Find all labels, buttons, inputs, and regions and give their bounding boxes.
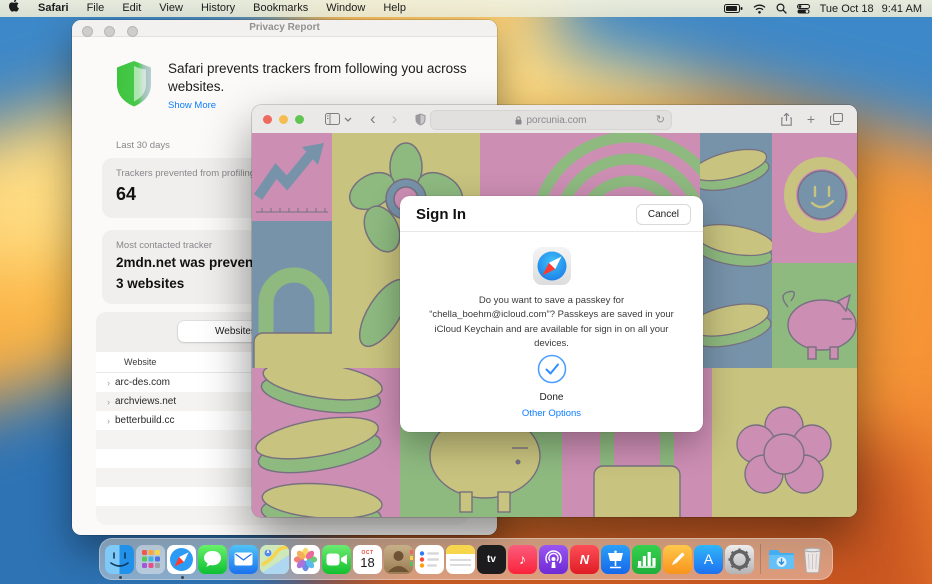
disclosure-icon[interactable]: ›: [96, 416, 110, 426]
new-tab-icon[interactable]: +: [807, 111, 815, 127]
apple-logo-icon: [9, 0, 20, 12]
tile-pink-flower: [712, 368, 857, 517]
minimize-button[interactable]: [279, 115, 288, 124]
dock-notes-icon[interactable]: [446, 545, 475, 574]
chevron-down-icon[interactable]: [344, 117, 352, 122]
menu-app-name[interactable]: Safari: [29, 0, 78, 17]
news-label: N: [580, 552, 589, 567]
dock-photos-icon[interactable]: [291, 545, 320, 574]
url-text: porcunia.com: [526, 115, 586, 126]
control-center-icon[interactable]: [797, 4, 810, 14]
dock-keynote-icon[interactable]: [601, 545, 630, 574]
dock-maps-icon[interactable]: [260, 545, 289, 574]
finder-running-indicator: [119, 576, 122, 579]
website-name: archviews.net: [115, 396, 176, 407]
menu-item-view[interactable]: View: [150, 0, 192, 17]
website-name: arc-des.com: [115, 377, 170, 388]
dock-numbers-icon[interactable]: [632, 545, 661, 574]
dock-calendar-icon[interactable]: OCT 18: [353, 545, 382, 574]
dock-finder-icon[interactable]: [105, 545, 134, 574]
reload-icon[interactable]: ↻: [656, 113, 665, 126]
dock-pages-icon[interactable]: [663, 545, 692, 574]
dock-downloads-icon[interactable]: [767, 545, 796, 574]
calendar-day: 18: [360, 556, 374, 570]
done-label: Done: [400, 392, 703, 403]
dock-mail-icon[interactable]: [229, 545, 258, 574]
dock-messages-icon[interactable]: [198, 545, 227, 574]
dock-appstore-icon[interactable]: A: [694, 545, 723, 574]
menu-item-bookmarks[interactable]: Bookmarks: [244, 0, 317, 17]
dock: OCT 18 tv ♪ N A: [99, 538, 833, 580]
dock-facetime-icon[interactable]: [322, 545, 351, 574]
dialog-title: Sign In: [416, 206, 466, 223]
dock-podcasts-icon[interactable]: [539, 545, 568, 574]
dialog-separator: [400, 231, 703, 232]
website-name: betterbuild.cc: [115, 415, 174, 426]
tile-lock-arch: [252, 221, 332, 368]
menu-bar-status: Tue Oct 18 9:41 AM: [724, 3, 932, 15]
tab-overview-icon[interactable]: [830, 113, 843, 125]
tile-coin-stack: [252, 368, 400, 517]
dock-separator: [760, 544, 761, 574]
search-icon[interactable]: [776, 3, 787, 14]
disclosure-icon[interactable]: ›: [96, 378, 110, 388]
period-label: Last 30 days: [116, 140, 170, 151]
menu-time: 9:41 AM: [882, 3, 922, 15]
menu-item-history[interactable]: History: [192, 0, 244, 17]
dock-settings-icon[interactable]: [725, 545, 754, 574]
show-more-link[interactable]: Show More: [168, 100, 216, 111]
menu-item-window[interactable]: Window: [317, 0, 374, 17]
tile-smiley-coin: [772, 133, 857, 263]
safari-toolbar: ‹ › porcunia.com ↻ +: [252, 105, 857, 134]
lock-icon: [515, 116, 522, 125]
apple-menu-icon[interactable]: [0, 0, 29, 18]
other-options-link[interactable]: Other Options: [400, 408, 703, 419]
safari-app-icon: [532, 246, 572, 291]
privacy-shield-icon: [114, 60, 154, 112]
close-button[interactable]: [263, 115, 272, 124]
dock-contacts-icon[interactable]: [384, 545, 413, 574]
dock-safari-icon[interactable]: [167, 545, 196, 574]
privacy-titlebar[interactable]: Privacy Report: [72, 20, 497, 37]
menu-bar-left: Safari File Edit View History Bookmarks …: [0, 0, 415, 18]
dock-trash-icon[interactable]: [798, 545, 827, 574]
sidebar-icon[interactable]: [325, 113, 340, 125]
wifi-icon[interactable]: [753, 4, 766, 14]
disclosure-icon[interactable]: ›: [96, 397, 110, 407]
menu-item-file[interactable]: File: [78, 0, 114, 17]
back-button[interactable]: ‹: [370, 110, 376, 129]
privacy-window-title: Privacy Report: [72, 22, 497, 33]
menu-clock[interactable]: Tue Oct 18 9:41 AM: [820, 3, 922, 15]
cancel-button[interactable]: Cancel: [636, 204, 691, 225]
dock-tv-icon[interactable]: tv: [477, 545, 506, 574]
menu-item-help[interactable]: Help: [374, 0, 415, 17]
menu-date: Tue Oct 18: [820, 3, 874, 15]
safari-traffic-lights: [263, 115, 311, 124]
confirm-check-icon[interactable]: [537, 354, 567, 389]
privacy-headline: Safari prevents trackers from following …: [168, 60, 473, 96]
privacy-shield-toolbar-icon[interactable]: [415, 113, 426, 126]
safari-window: ‹ › porcunia.com ↻ +: [252, 105, 857, 517]
dialog-body-text: Do you want to save a passkey for “chell…: [417, 294, 686, 351]
share-icon[interactable]: [781, 113, 792, 126]
tile-chart-arrow: [252, 133, 332, 221]
dock-music-icon[interactable]: ♪: [508, 545, 537, 574]
tile-falling-coins: [700, 133, 772, 368]
menu-item-edit[interactable]: Edit: [113, 0, 150, 17]
toolbar-right-group: +: [781, 105, 843, 133]
zoom-button[interactable]: [295, 115, 304, 124]
dock-reminders-icon[interactable]: [415, 545, 444, 574]
music-note-glyph: ♪: [519, 551, 526, 567]
dock-launchpad-icon[interactable]: [136, 545, 165, 574]
battery-icon[interactable]: [724, 4, 743, 13]
tv-label: tv: [487, 554, 496, 565]
address-bar[interactable]: porcunia.com ↻: [430, 110, 672, 130]
dock-news-icon[interactable]: N: [570, 545, 599, 574]
menu-bar: Safari File Edit View History Bookmarks …: [0, 0, 932, 17]
sign-in-dialog: Sign In Cancel Do you want to save a pas…: [400, 196, 703, 432]
safari-running-indicator: [181, 576, 184, 579]
tile-pink-pig: [772, 263, 857, 368]
appstore-label: A: [704, 551, 713, 567]
forward-button[interactable]: ›: [392, 110, 398, 129]
